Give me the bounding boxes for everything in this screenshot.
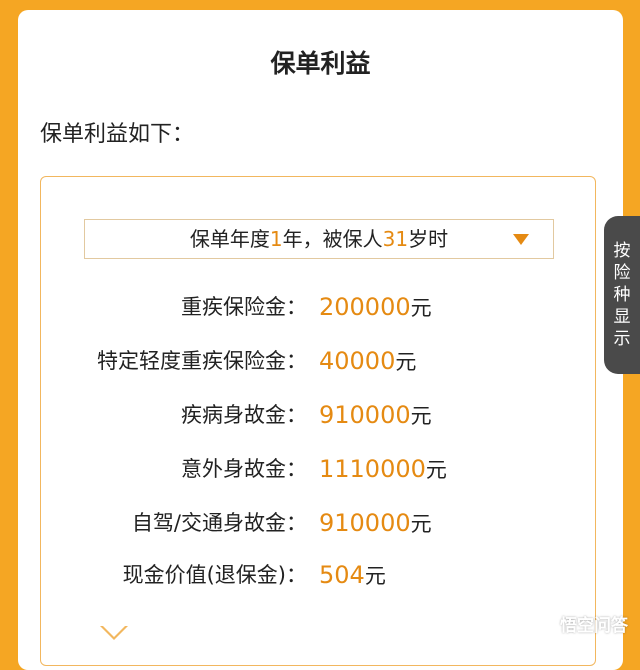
selector-age: 31 [382, 227, 409, 251]
benefit-value: 504元 [319, 557, 386, 594]
policy-benefit-card: 保单利益 保单利益如下： 保单年度1年，被保人31岁时 重疾保险金： 20000… [18, 10, 623, 670]
policy-year-selector[interactable]: 保单年度1年，被保人31岁时 [84, 219, 554, 259]
benefit-row-critical-illness: 重疾保险金： 200000元 [41, 289, 595, 325]
benefit-value: 910000元 [319, 397, 432, 434]
benefit-unit: 元 [425, 458, 447, 482]
benefit-amount: 1110000 [319, 455, 426, 483]
benefit-label: 自驾/交通身故金： [131, 511, 307, 535]
benefit-label: 现金价值(退保金)： [122, 563, 307, 587]
tab-char: 险 [613, 263, 631, 283]
selector-year: 1 [269, 227, 283, 251]
tab-char: 示 [613, 329, 631, 349]
page-title: 保单利益 [270, 49, 371, 78]
benefit-amount: 910000 [319, 509, 411, 537]
chat-bubble-icon [533, 614, 555, 634]
benefit-amount: 200000 [319, 293, 411, 321]
benefit-value: 40000元 [319, 343, 416, 380]
watermark-text: 悟空问答 [560, 616, 628, 636]
benefit-row-illness-death: 疾病身故金： 910000元 [41, 397, 595, 433]
benefit-amount: 40000 [319, 347, 396, 375]
selector-middle: 年，被保人 [282, 227, 383, 251]
benefit-label: 意外身故金： [181, 457, 307, 481]
benefit-unit: 元 [410, 404, 432, 428]
selector-suffix: 岁时 [408, 227, 449, 251]
watermark: 悟空问答 [533, 611, 628, 636]
benefit-row-cash-value: 现金价值(退保金)： 504元 [41, 557, 595, 593]
tab-char: 种 [613, 285, 631, 305]
benefit-row-accident-death: 意外身故金： 1110000元 [41, 451, 595, 487]
intro-text: 保单利益如下： [40, 122, 195, 147]
tab-char: 显 [613, 307, 631, 327]
caret-down-icon[interactable] [513, 234, 529, 245]
benefit-label: 疾病身故金： [181, 403, 307, 427]
benefit-label: 重疾保险金： [181, 295, 307, 319]
benefit-unit: 元 [410, 296, 432, 320]
tab-char: 按 [613, 241, 631, 261]
benefit-box: 保单年度1年，被保人31岁时 重疾保险金： 200000元 特定轻度重疾保险金：… [40, 176, 596, 666]
benefit-unit: 元 [410, 512, 432, 536]
benefit-value: 1110000元 [319, 451, 447, 488]
show-by-coverage-tab[interactable]: 按 险 种 显 示 [604, 216, 640, 374]
benefit-value: 910000元 [319, 505, 432, 542]
benefit-row-traffic-death: 自驾/交通身故金： 910000元 [41, 505, 595, 541]
benefit-label: 特定轻度重疾保险金： [97, 349, 307, 373]
benefit-row-mild-critical-illness: 特定轻度重疾保险金： 40000元 [41, 343, 595, 379]
benefit-amount: 504 [319, 561, 365, 589]
callout-pointer-fill [102, 625, 126, 637]
benefit-unit: 元 [364, 564, 386, 588]
benefit-unit: 元 [395, 350, 417, 374]
benefit-value: 200000元 [319, 289, 432, 326]
benefit-amount: 910000 [319, 401, 411, 429]
selector-prefix: 保单年度 [189, 227, 270, 251]
